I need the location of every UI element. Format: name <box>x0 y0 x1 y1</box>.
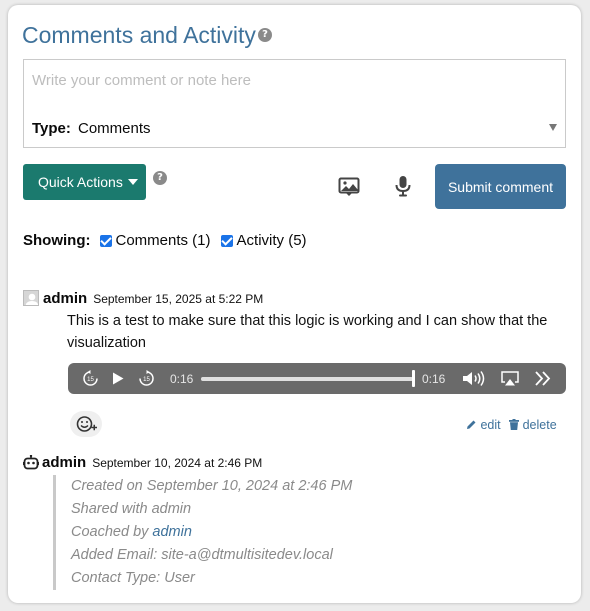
comments-filter-checkbox[interactable]: Comments (1) <box>99 232 211 249</box>
image-icon <box>338 177 360 196</box>
activity-filters: Showing: Comments (1) Activity (5) <box>23 232 317 249</box>
activity-line: Coached by admin <box>71 521 352 544</box>
quick-actions-button[interactable]: Quick Actions <box>23 164 146 200</box>
comment-header: admin September 15, 2025 at 5:22 PM <box>43 290 263 307</box>
chevron-down-icon <box>549 124 557 131</box>
airplay-icon[interactable] <box>501 371 519 386</box>
audio-seek-bar[interactable] <box>201 377 413 381</box>
edit-link[interactable]: edit <box>466 418 504 432</box>
quick-actions-label: Quick Actions <box>38 174 123 190</box>
user-avatar-icon <box>23 290 39 306</box>
caret-down-icon <box>128 179 138 185</box>
activity-line: Contact Type: User <box>71 570 195 586</box>
comment-author[interactable]: admin <box>43 290 87 307</box>
pencil-icon <box>467 420 476 429</box>
comment-actions: edit delete <box>466 418 557 432</box>
help-icon[interactable]: ? <box>258 28 272 42</box>
showing-label: Showing: <box>23 232 91 249</box>
delete-label: delete <box>522 418 557 432</box>
trash-icon <box>509 419 520 430</box>
edit-label: edit <box>480 418 501 432</box>
activity-line: Shared with admin <box>71 501 192 517</box>
image-upload-button[interactable] <box>334 172 364 202</box>
quick-actions-help-icon[interactable]: ? <box>153 171 167 185</box>
audio-duration: 0:16 <box>422 372 446 386</box>
audio-seek-handle[interactable] <box>412 370 415 387</box>
add-reaction-button[interactable] <box>70 411 102 437</box>
add-emoji-icon <box>76 416 97 432</box>
activity-line: Created on September 10, 2024 at 2:46 PM <box>71 478 353 494</box>
type-value: Comments <box>78 120 151 137</box>
activity-log: Created on September 10, 2024 at 2:46 PM… <box>53 475 352 590</box>
checkbox-checked-icon <box>99 234 112 247</box>
comment-input[interactable] <box>32 72 552 89</box>
play-icon[interactable] <box>112 372 124 385</box>
robot-icon <box>23 455 39 470</box>
coached-prefix: Coached by <box>71 524 153 540</box>
submit-comment-button[interactable]: Submit comment <box>435 164 566 209</box>
comments-filter-label: Comments (1) <box>115 232 211 249</box>
audio-player: 15 15 0:16 0:16 <box>68 363 566 394</box>
record-audio-button[interactable] <box>388 171 418 201</box>
delete-link[interactable]: delete <box>509 418 557 432</box>
comments-activity-card: Comments and Activity ? Type: Comments Q… <box>8 5 581 603</box>
activity-filter-label: Activity (5) <box>236 232 307 249</box>
volume-icon[interactable] <box>463 371 487 386</box>
audio-current-time: 0:16 <box>170 372 194 386</box>
comment-date: September 15, 2025 at 5:22 PM <box>93 292 264 306</box>
page-title: Comments and Activity <box>22 22 256 48</box>
activity-date: September 10, 2024 at 2:46 PM <box>92 456 263 470</box>
comment-text: This is a test to make sure that this lo… <box>67 313 548 351</box>
coach-link[interactable]: admin <box>152 524 192 540</box>
skip-forward-15-icon[interactable]: 15 <box>138 370 155 387</box>
more-options-icon[interactable] <box>535 371 551 386</box>
type-label: Type: <box>32 120 71 137</box>
microphone-icon <box>395 176 411 197</box>
activity-line: Added Email: site-a@dtmultisitedev.local <box>71 547 333 563</box>
activity-filter-checkbox[interactable]: Activity (5) <box>220 232 307 249</box>
skip-forward-seconds: 15 <box>143 377 150 383</box>
comment-composer: Type: Comments <box>23 59 566 148</box>
skip-back-seconds: 15 <box>87 377 94 383</box>
audio-progress-fill <box>201 377 413 381</box>
skip-back-15-icon[interactable]: 15 <box>82 370 99 387</box>
checkbox-checked-icon <box>220 234 233 247</box>
type-select[interactable]: Type: Comments <box>32 120 557 137</box>
activity-author[interactable]: admin <box>42 454 86 471</box>
activity-header: admin September 10, 2024 at 2:46 PM <box>42 454 262 471</box>
